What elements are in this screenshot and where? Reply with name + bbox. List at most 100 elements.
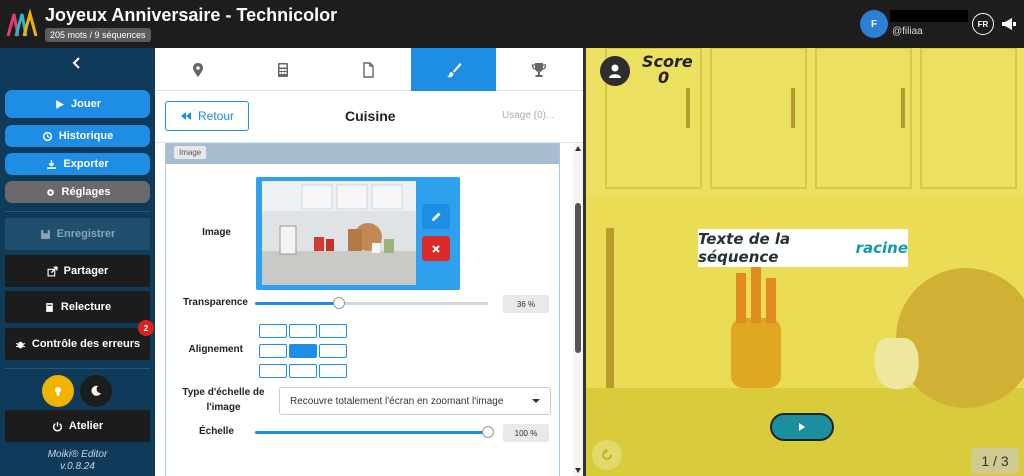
dark-theme-toggle[interactable]: [80, 375, 112, 407]
export-button[interactable]: Exporter: [5, 153, 150, 175]
transparency-slider-fill: [255, 302, 339, 305]
remove-image-button[interactable]: [422, 236, 450, 261]
align-top-center[interactable]: [289, 324, 317, 338]
history-icon: [42, 131, 52, 141]
image-settings-card: Image Image Transparence 36 % Alignement…: [165, 143, 560, 476]
align-center[interactable]: [289, 344, 317, 358]
transparency-slider[interactable]: [255, 297, 488, 309]
align-bottom-center[interactable]: [289, 364, 317, 378]
download-icon: [47, 159, 57, 169]
tab-appearance[interactable]: [411, 48, 496, 91]
close-icon: [432, 244, 440, 253]
tab-document[interactable]: [325, 48, 410, 91]
sequence-text: Texte de la séquence: [698, 230, 791, 266]
settings-label: Réglages: [61, 186, 111, 198]
scale-slider[interactable]: [255, 426, 494, 438]
align-top-right[interactable]: [319, 324, 347, 338]
scene-preview: Score 0 Texte de la séquence racine 1 / …: [583, 48, 1024, 476]
review-label: Relecture: [60, 301, 112, 313]
settings-button[interactable]: Réglages: [5, 181, 150, 203]
scale-slider-handle[interactable]: [482, 426, 494, 438]
calculator-icon: [277, 62, 288, 77]
review-button[interactable]: Relecture: [5, 291, 150, 323]
section-chip: Image: [174, 146, 207, 159]
continue-button[interactable]: [770, 413, 834, 441]
tab-location[interactable]: [155, 48, 240, 91]
scrollbar-thumb[interactable]: [575, 203, 581, 353]
history-label: Historique: [58, 130, 114, 142]
sidebar: Jouer Historique Exporter Réglages Enreg…: [0, 48, 155, 476]
workshop-button[interactable]: Atelier: [5, 410, 150, 442]
redacted-username: [890, 10, 968, 22]
scale-label: Échelle: [198, 426, 234, 437]
align-bottom-left[interactable]: [259, 364, 287, 378]
caret-down-icon: [532, 399, 540, 403]
transparency-value: 36 %: [503, 295, 549, 313]
sequence-text-highlight: racine: [855, 239, 908, 257]
book-icon: [46, 302, 53, 312]
alignment-grid: [259, 324, 349, 380]
error-count-badge: 2: [138, 320, 154, 336]
workshop-label: Atelier: [68, 420, 104, 432]
scroll-up-icon[interactable]: [575, 146, 581, 151]
bug-icon: [15, 341, 26, 348]
transparency-slider-handle[interactable]: [333, 297, 345, 309]
page-indicator: 1 / 3: [971, 448, 1019, 474]
double-arrow-left-icon: [180, 112, 191, 120]
map-marker-icon: [192, 62, 203, 77]
scroll-down-icon[interactable]: [575, 468, 581, 473]
moiki-logo: [6, 8, 38, 37]
top-bar: Joyeux Anniversaire - Technicolor 205 mo…: [0, 0, 1024, 48]
scale-type-label-2: l'image: [206, 402, 241, 413]
light-theme-toggle[interactable]: [42, 375, 74, 407]
scale-type-select[interactable]: Recouvre totalement l'écran en zoomant l…: [279, 387, 551, 415]
chevron-left-icon[interactable]: [70, 56, 84, 70]
moon-icon: [91, 385, 101, 396]
background-image-thumbnail[interactable]: [262, 181, 416, 285]
scale-value: 100 %: [503, 424, 549, 442]
divider: [5, 211, 150, 212]
gear-icon: [46, 188, 54, 196]
username: @filiaa: [892, 26, 923, 37]
word-count-badge: 205 mots / 9 séquences: [45, 28, 151, 42]
align-middle-left[interactable]: [259, 344, 287, 358]
tab-achievements[interactable]: [496, 48, 581, 91]
player-avatar-icon[interactable]: [600, 56, 630, 86]
play-icon: [56, 99, 64, 109]
scale-slider-fill: [255, 431, 488, 434]
error-check-button[interactable]: Contrôle des erreurs: [5, 328, 150, 360]
align-bottom-right[interactable]: [319, 364, 347, 378]
editor-scrollbar[interactable]: [573, 143, 583, 476]
image-selector: [256, 177, 460, 290]
avatar[interactable]: F: [860, 10, 888, 38]
language-button[interactable]: FR: [972, 13, 994, 35]
file-icon: [362, 61, 374, 78]
back-button[interactable]: Retour: [165, 101, 249, 131]
editor-tabs: [155, 48, 583, 91]
save-button[interactable]: Enregistrer: [5, 218, 150, 250]
usage-link[interactable]: Usage (0)...: [502, 110, 554, 121]
share-button[interactable]: Partager: [5, 255, 150, 287]
share-icon: [47, 265, 58, 276]
align-middle-right[interactable]: [319, 344, 347, 358]
scale-type-value: Recouvre totalement l'écran en zoomant l…: [290, 395, 504, 407]
play-label: Jouer: [71, 98, 101, 110]
restart-button[interactable]: [592, 440, 622, 470]
edit-image-button[interactable]: [422, 204, 450, 229]
play-button[interactable]: Jouer: [5, 90, 150, 118]
pencil-icon: [432, 212, 441, 221]
card-header: Image: [166, 144, 559, 164]
paintbrush-icon: [446, 62, 461, 77]
score-value: 0: [658, 68, 670, 87]
divider: [5, 368, 150, 369]
history-button[interactable]: Historique: [5, 125, 150, 147]
tab-variables[interactable]: [240, 48, 325, 91]
play-icon: [799, 423, 805, 431]
scene-title: Cuisine: [345, 108, 396, 124]
align-top-left[interactable]: [259, 324, 287, 338]
editor-panel: Retour Cuisine Usage (0)... Image Image: [155, 48, 583, 476]
lightbulb-icon: [55, 387, 61, 396]
megaphone-icon[interactable]: [1000, 15, 1018, 33]
share-label: Partager: [63, 265, 109, 277]
editor-content: Image Image Transparence 36 % Alignement…: [155, 143, 573, 476]
